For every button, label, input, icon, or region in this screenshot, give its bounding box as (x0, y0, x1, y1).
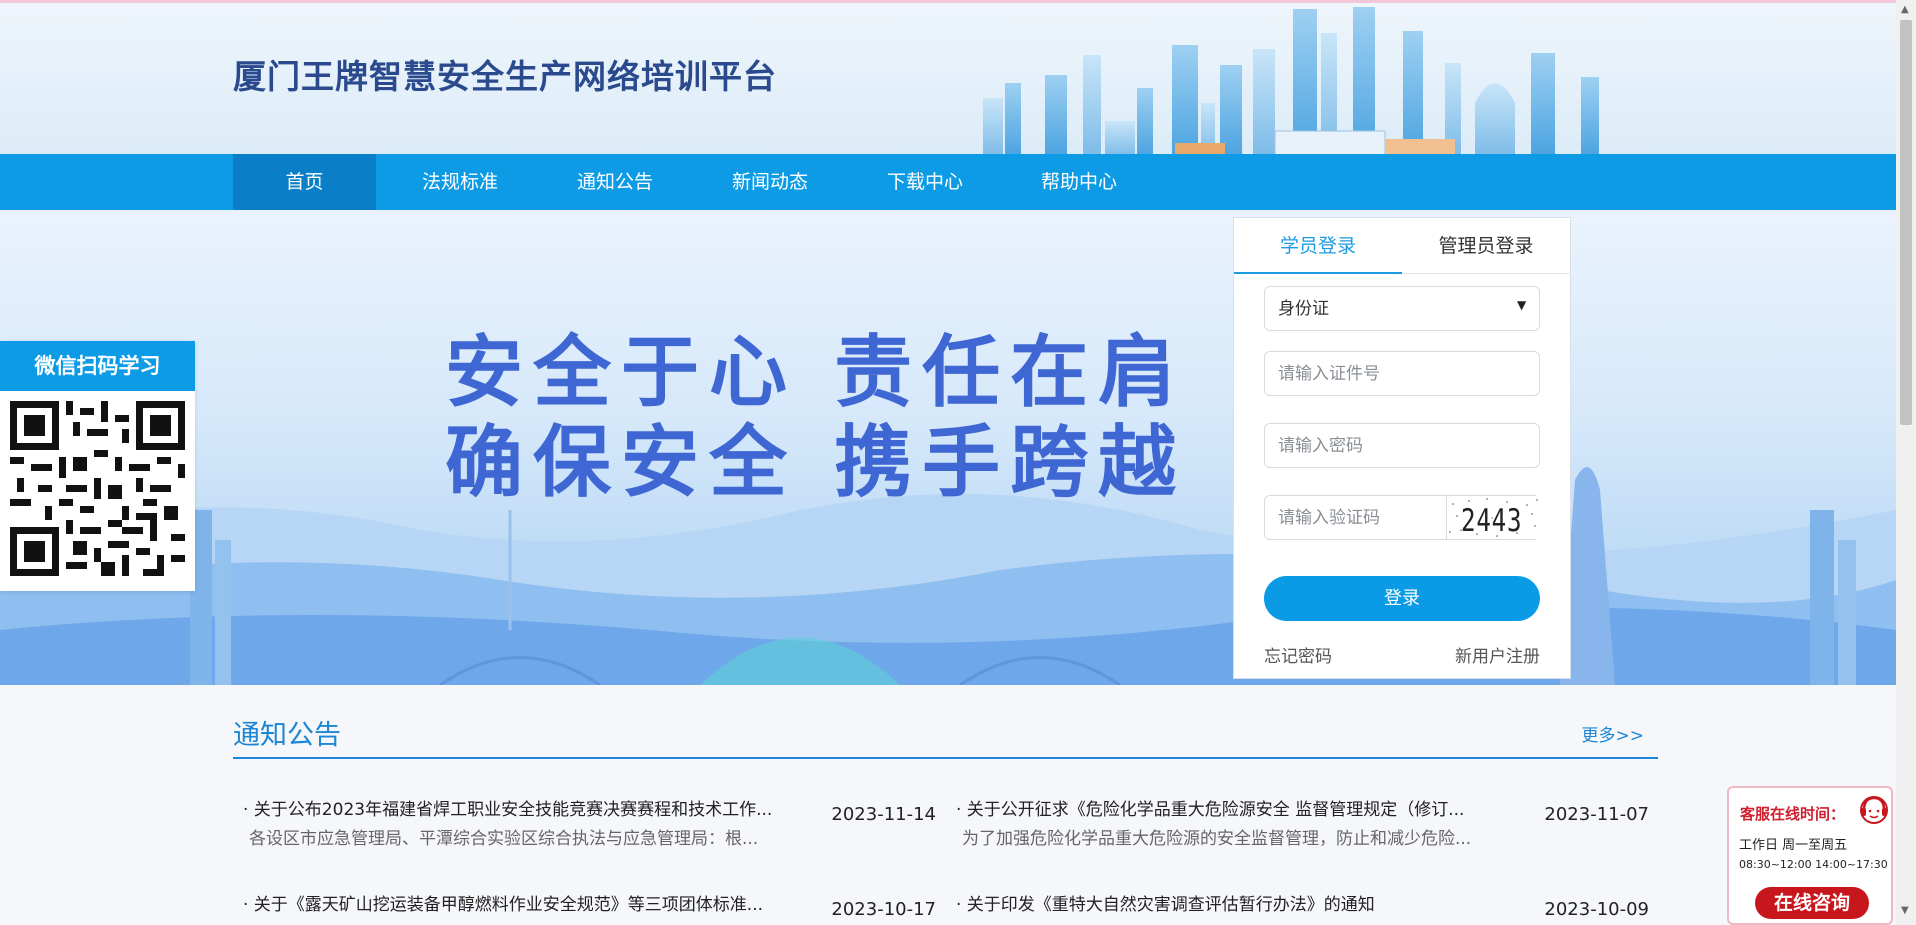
notice-summary: 为了加强危险化学品重大危险源的安全监督管理，防止和减少危险... (962, 829, 1472, 849)
qr-title: 微信扫码学习 (0, 341, 195, 391)
scroll-up-icon[interactable]: ▲ (1901, 4, 1909, 15)
notices-section-title: 通知公告 (233, 720, 341, 751)
password-input[interactable] (1264, 423, 1540, 468)
page-scrollbar[interactable]: ▲ ▼ (1896, 0, 1916, 925)
tab-admin-login[interactable]: 管理员登录 (1402, 218, 1570, 274)
notice-item: · 关于公开征求《危险化学品重大危险源安全 监督管理规定（修订... 2023-… (946, 795, 1649, 870)
login-button[interactable]: 登录 (1264, 576, 1540, 621)
scrollbar-thumb[interactable] (1900, 20, 1912, 425)
notice-date: 2023-11-14 (831, 804, 936, 825)
cs-working-days: 工作日 周一至周五 (1739, 838, 1848, 853)
nav-item-notices[interactable]: 通知公告 (540, 154, 690, 210)
notice-title[interactable]: · 关于公布2023年福建省焊工职业安全技能竞赛决赛赛程和技术工作... (243, 795, 772, 820)
site-title: 厦门王牌智慧安全生产网络培训平台 (233, 57, 777, 96)
slogan-line-2: 确保安全 携手跨越 (445, 418, 1187, 508)
headset-agent-icon (1860, 796, 1888, 824)
id-type-select[interactable]: 身份证 (1264, 286, 1540, 331)
nav-item-home[interactable]: 首页 (233, 154, 376, 210)
captcha-image[interactable]: 2443 (1446, 496, 1540, 539)
notice-title[interactable]: · 关于《露天矿山挖运装备甲醇燃料作业安全规范》等三项团体标准... (243, 890, 763, 915)
more-notices-link[interactable]: 更多>> (1582, 721, 1645, 746)
tab-student-login[interactable]: 学员登录 (1234, 218, 1402, 274)
city-skyline-illustration (983, 7, 1599, 154)
notice-date: 2023-10-17 (831, 899, 936, 920)
customer-service-widget: 客服在线时间： 工作日 周一至周五 08:30~12:00 14:00~17:3… (1727, 786, 1893, 925)
wechat-qr-panel: 微信扫码学习 (0, 341, 195, 591)
login-panel: 学员登录 管理员登录 身份证 ▼ 2443 登录 忘记密码 新用户注册 (1233, 217, 1571, 679)
nav-item-downloads[interactable]: 下载中心 (850, 154, 1000, 210)
notice-item: · 关于印发《重特大自然灾害调查评估暂行办法》的通知 2023-10-09 (946, 890, 1649, 925)
cs-working-hours: 08:30~12:00 14:00~17:30 (1739, 858, 1888, 871)
forgot-password-link[interactable]: 忘记密码 (1264, 642, 1332, 667)
cs-title: 客服在线时间： (1740, 805, 1846, 823)
online-consult-button[interactable]: 在线咨询 (1755, 887, 1869, 919)
captcha-code: 2443 (1461, 503, 1523, 539)
id-number-input[interactable] (1264, 351, 1540, 396)
notice-title[interactable]: · 关于印发《重特大自然灾害调查评估暂行办法》的通知 (956, 890, 1375, 915)
notice-title[interactable]: · 关于公开征求《危险化学品重大危险源安全 监督管理规定（修订... (956, 795, 1464, 820)
site-header: 厦门王牌智慧安全生产网络培训平台 (0, 0, 1896, 154)
hero-banner: 安全于心 责任在肩 确保安全 携手跨越 (0, 210, 1896, 685)
nav-item-regulations[interactable]: 法规标准 (385, 154, 535, 210)
notice-date: 2023-10-09 (1544, 899, 1649, 920)
main-nav: 首页 法规标准 通知公告 新闻动态 下载中心 帮助中心 (0, 154, 1896, 210)
notices-section-header: 通知公告 更多>> (233, 707, 1658, 759)
register-link[interactable]: 新用户注册 (1455, 642, 1540, 667)
notice-summary: 各设区市应急管理局、平潭综合实验区综合执法与应急管理局：根... (249, 829, 759, 849)
notice-date: 2023-11-07 (1544, 804, 1649, 825)
notice-item: · 关于公布2023年福建省焊工职业安全技能竞赛决赛赛程和技术工作... 202… (233, 795, 936, 870)
qr-code-image (10, 401, 185, 576)
notice-item: · 关于《露天矿山挖运装备甲醇燃料作业安全规范》等三项团体标准... 2023-… (233, 890, 936, 925)
scroll-down-icon[interactable]: ▼ (1901, 905, 1909, 916)
nav-item-help[interactable]: 帮助中心 (1004, 154, 1154, 210)
nav-item-news[interactable]: 新闻动态 (695, 154, 845, 210)
